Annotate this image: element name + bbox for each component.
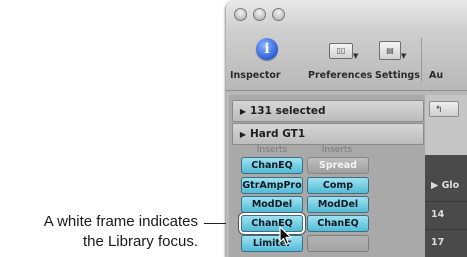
region-disclosure[interactable]: ▶ 131 selected [232,100,424,122]
track-row[interactable]: 17 [425,229,467,255]
chevron-down-icon: ▼ [353,52,359,60]
disclosure-triangle-icon: ▶ [239,107,247,116]
insert-slot[interactable]: ModDel [241,196,303,213]
toolbar: i Inspector ▯▯ ▼ Preferences ▤ ▼ Setting… [226,30,467,91]
arrange-header: ↰ [425,95,467,155]
inspector-label: Inspector [230,70,281,81]
zoom-window-button[interactable] [272,8,285,21]
insert-slot[interactable]: Limiter [241,235,303,252]
callout-line-1: A white frame indicates [43,213,198,230]
insert-slot[interactable]: ModDel [307,196,369,213]
insert-slot-empty[interactable] [307,235,369,252]
close-window-button[interactable] [234,8,247,21]
preferences-icon: ▯▯ [329,43,353,59]
insert-slot-bypassed[interactable]: Spread [307,157,369,174]
settings-icon: ▤ [379,41,401,60]
callout-line-2: the Library focus. [82,233,198,250]
annotation-callout: A white frame indicates the Library focu… [0,212,218,252]
inserts-header-right: Inserts [321,145,353,155]
insert-slot[interactable]: ChanEQ [307,215,369,232]
title-bar [226,0,467,30]
insert-slot[interactable]: GtrAmpPro [241,177,303,194]
info-icon: i [256,38,278,60]
insert-slot[interactable]: ChanEQ [241,157,303,174]
insert-slot[interactable]: Comp [307,177,369,194]
settings-label: Settings [375,70,420,81]
inserts-header-left: Inserts [256,145,288,155]
track-row[interactable]: 14 [425,201,467,227]
inspector-panel: ▶ 131 selected ▶ Hard GT1 [229,95,429,257]
preferences-label: Preferences [308,70,373,81]
disclosure-triangle-icon: ▶ [239,130,247,139]
toolbar-separator [421,38,422,82]
arrange-area: ↰ ▶ Glo 14 17 [425,95,467,257]
toolbar-truncated-label[interactable]: Au [429,70,443,81]
track-label: Hard GT1 [250,128,306,140]
back-button[interactable]: ↰ [429,101,459,117]
minimize-window-button[interactable] [253,8,266,21]
chevron-down-icon: ▼ [401,52,407,60]
mouse-pointer-icon [279,226,292,246]
region-label: 131 selected [250,105,326,117]
insert-slot-focused[interactable]: ChanEQ [241,215,303,232]
global-tracks-row[interactable]: ▶ Glo [425,173,467,199]
track-disclosure[interactable]: ▶ Hard GT1 [232,123,424,145]
